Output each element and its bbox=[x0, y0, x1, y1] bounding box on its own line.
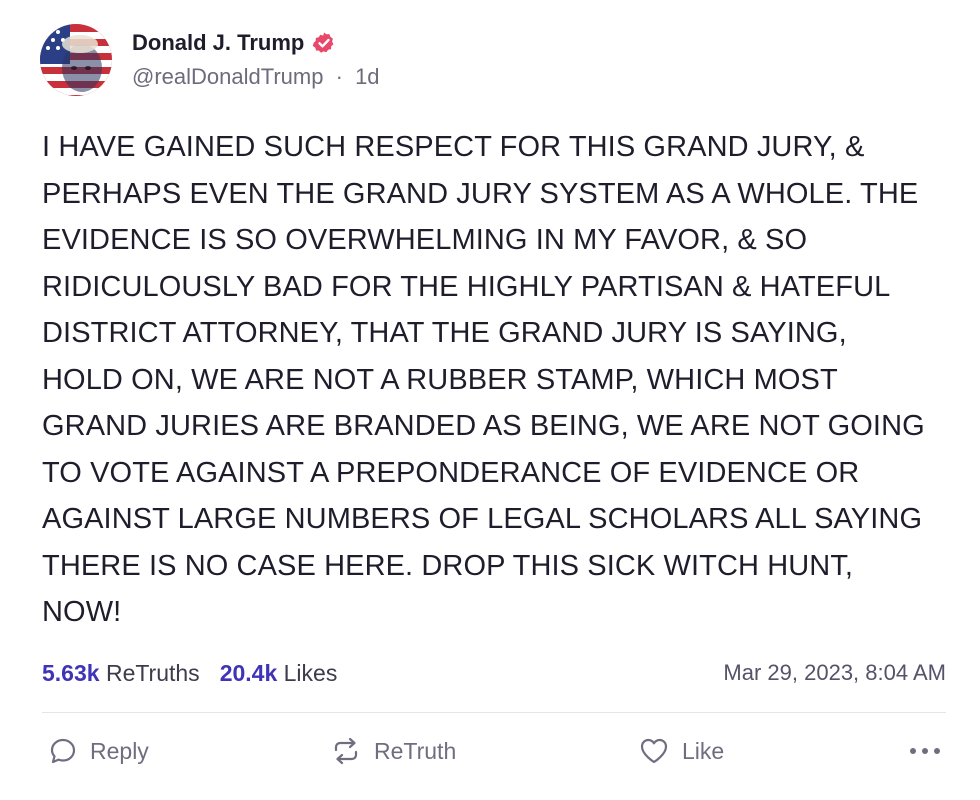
post-text-line: AGAINST LARGE NUMBERS OF LEGAL SCHOLARS … bbox=[42, 503, 923, 535]
likes-stat[interactable]: 20.4k Likes bbox=[220, 660, 338, 687]
heart-icon bbox=[638, 736, 670, 766]
post-timestamp: Mar 29, 2023, 8:04 AM bbox=[723, 660, 946, 685]
reply-button[interactable]: Reply bbox=[48, 728, 149, 774]
post-text-line: RIDICULOUSLY BAD FOR THE HIGHLY PARTISAN… bbox=[42, 270, 891, 303]
more-options-button[interactable] bbox=[908, 728, 942, 774]
retruths-label: ReTruths bbox=[105, 659, 200, 686]
author-display-name[interactable]: Donald J. Trump bbox=[132, 30, 304, 56]
meta-separator: · bbox=[335, 64, 343, 89]
post-body: I HAVE GAINED SUCH RESPECT FOR THIS GRAN… bbox=[42, 124, 952, 636]
reply-label: Reply bbox=[90, 737, 149, 764]
post-text-line: NOW! bbox=[42, 596, 122, 628]
post-actions: Reply ReTruth Like bbox=[42, 728, 946, 774]
post-text-line: TO VOTE AGAINST A PREPONDERANCE OF EVIDE… bbox=[42, 456, 860, 489]
retruth-label: ReTruth bbox=[374, 737, 457, 764]
reply-bubble-icon bbox=[48, 736, 78, 766]
post-text-line: GRAND JURIES ARE BRANDED AS BEING, WE AR… bbox=[42, 410, 925, 442]
avatar-image bbox=[40, 24, 112, 96]
verified-badge-icon bbox=[312, 31, 336, 55]
author-name-row: Donald J. Trump bbox=[132, 30, 336, 56]
likes-count: 20.4k bbox=[219, 659, 278, 686]
more-dots-icon bbox=[908, 746, 942, 756]
likes-label: Likes bbox=[283, 659, 338, 686]
truth-post: Donald J. Trump @realDonaldTrump · 1d I … bbox=[0, 0, 980, 800]
post-text-line: THERE IS NO CASE HERE. DROP THIS SICK WI… bbox=[42, 549, 854, 582]
retruths-count: 5.63k bbox=[42, 659, 100, 686]
post-text-line: DISTRICT ATTORNEY, THAT THE GRAND JURY I… bbox=[42, 317, 847, 349]
author-handle[interactable]: @realDonaldTrump bbox=[132, 64, 323, 89]
post-text-line: HOLD ON, WE ARE NOT A RUBBER STAMP, WHIC… bbox=[42, 363, 838, 396]
stats-divider bbox=[42, 712, 946, 713]
author-handle-line: @realDonaldTrump · 1d bbox=[132, 64, 380, 90]
retruth-arrows-icon bbox=[330, 736, 362, 766]
post-text-line: EVIDENCE IS SO OVERWHELMING IN MY FAVOR,… bbox=[42, 224, 808, 256]
like-label: Like bbox=[682, 737, 725, 764]
author-avatar[interactable] bbox=[40, 24, 112, 96]
post-text-line: PERHAPS EVEN THE GRAND JURY SYSTEM AS A … bbox=[42, 177, 919, 210]
retruth-button[interactable]: ReTruth bbox=[330, 728, 456, 774]
post-stats: 5.63k ReTruths 20.4k Likes Mar 29, 2023,… bbox=[42, 656, 946, 690]
post-text-line: I HAVE GAINED SUCH RESPECT FOR THIS GRAN… bbox=[42, 131, 865, 163]
retruths-stat[interactable]: 5.63k ReTruths bbox=[42, 660, 200, 687]
like-button[interactable]: Like bbox=[638, 728, 724, 774]
post-age[interactable]: 1d bbox=[355, 64, 379, 89]
